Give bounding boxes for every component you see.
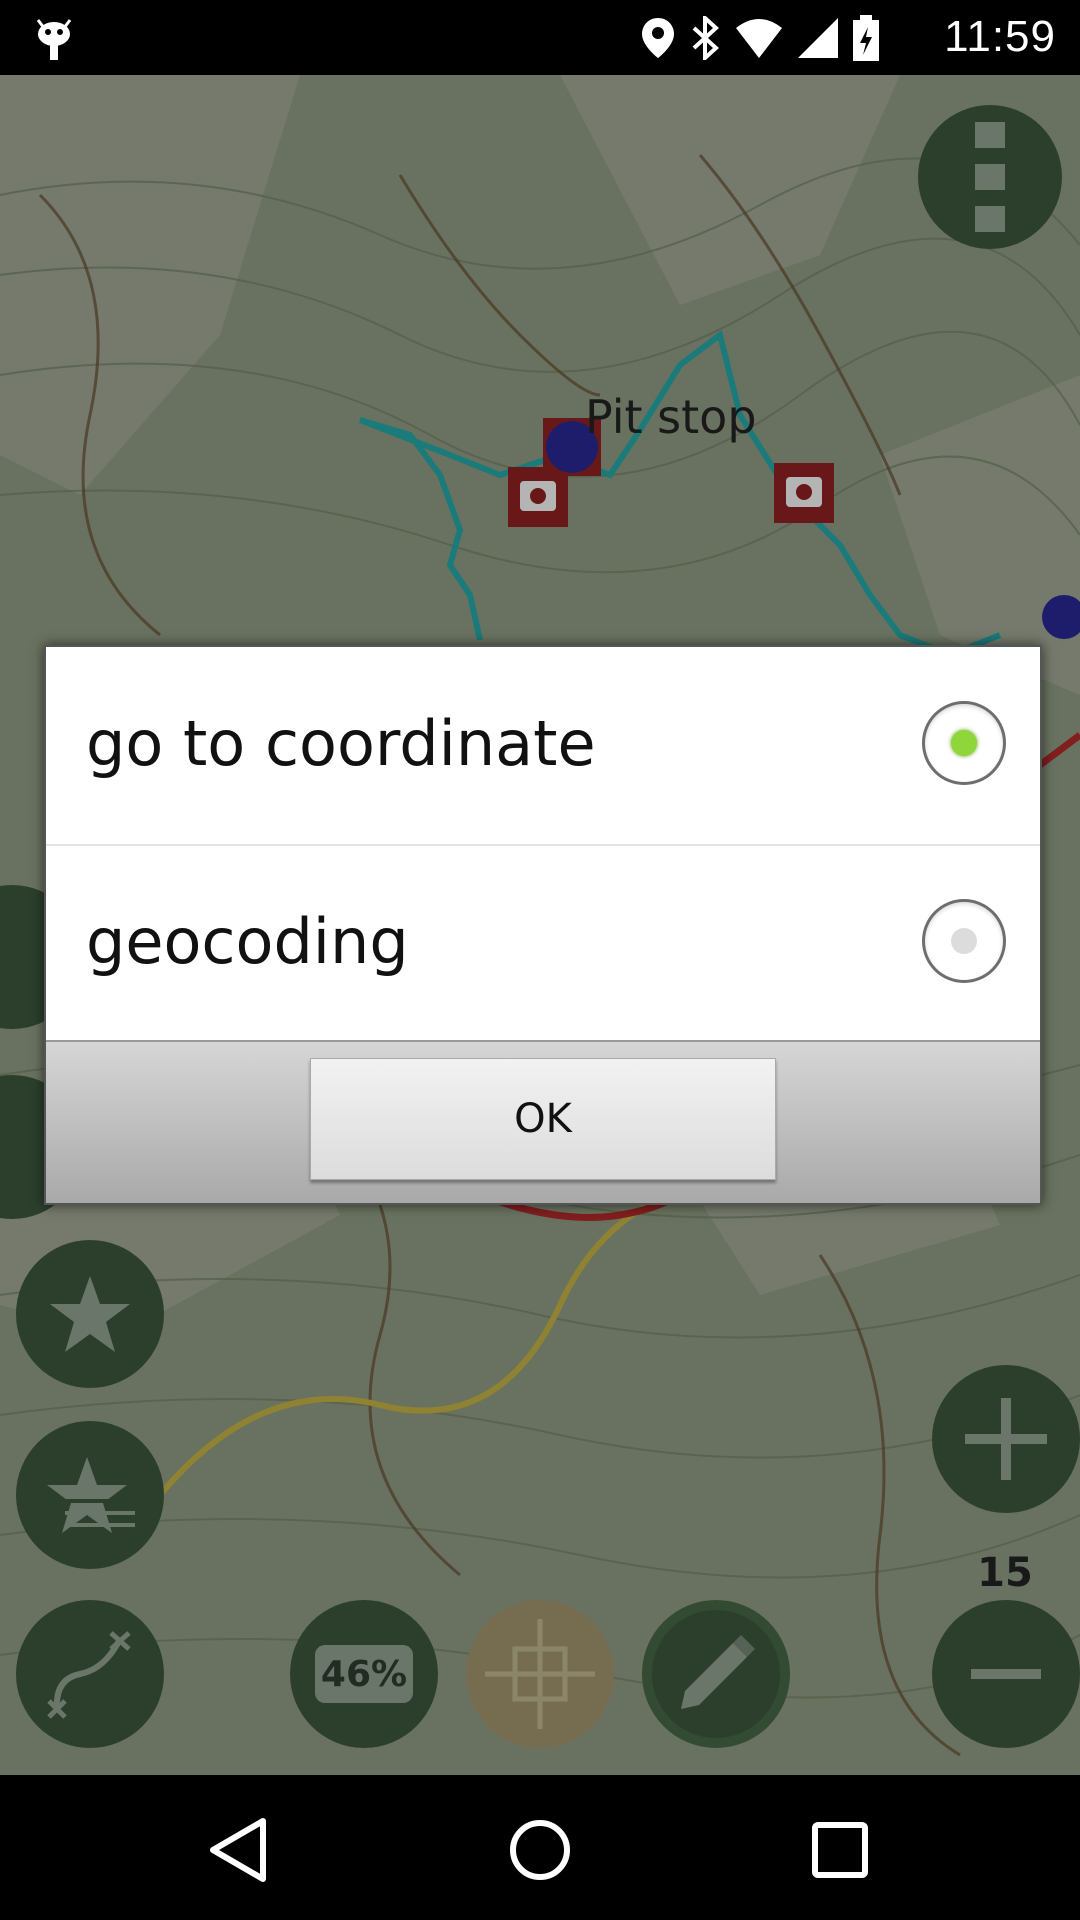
bluetooth-icon [692, 16, 719, 60]
radio-geocoding[interactable] [922, 899, 1006, 983]
status-clock: 11:59 [944, 12, 1056, 61]
dialog-button-bar: OK [46, 1040, 1040, 1203]
option-geocoding[interactable]: geocoding [46, 845, 1040, 1040]
android-debug-icon [36, 19, 72, 60]
wifi-icon [736, 19, 782, 58]
location-mode-dialog: go to coordinate geocoding OK [44, 645, 1042, 1205]
location-icon [642, 18, 674, 58]
back-icon[interactable] [205, 1815, 275, 1885]
option-label: geocoding [86, 905, 409, 978]
signal-icon [798, 18, 838, 58]
home-icon[interactable] [505, 1815, 575, 1885]
option-label: go to coordinate [86, 707, 596, 780]
radio-go-to-coordinate[interactable] [922, 701, 1006, 785]
radio-selected-dot [951, 730, 977, 756]
ok-button[interactable]: OK [310, 1058, 776, 1180]
recents-icon[interactable] [805, 1815, 875, 1885]
radio-unselected-dot [951, 928, 977, 954]
option-go-to-coordinate[interactable]: go to coordinate [46, 647, 1040, 842]
navigation-bar [0, 1775, 1080, 1920]
battery-icon [853, 15, 879, 61]
status-bar: 11:59 [0, 0, 1080, 75]
